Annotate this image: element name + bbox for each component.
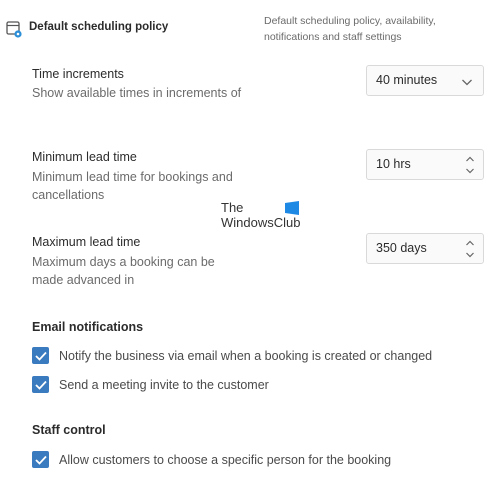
maximum-lead-time-description: Maximum days a booking can be made advan… (32, 255, 215, 287)
minimum-lead-time-stepper[interactable]: 10 hrs (366, 149, 484, 180)
email-notifications-heading: Email notifications (32, 320, 144, 334)
time-increments-description: Show available times in increments of (32, 86, 242, 100)
spinner-arrows-icon[interactable] (465, 154, 475, 176)
maximum-lead-time-label: Maximum lead time (32, 235, 141, 249)
maximum-lead-time-value: 350 days (376, 241, 427, 255)
page-description: Default scheduling policy, availability,… (264, 15, 436, 43)
windows-logo-icon (285, 201, 299, 215)
allow-choose-staff-label: Allow customers to choose a specific per… (59, 453, 392, 467)
time-increments-label: Time increments (32, 67, 124, 81)
watermark-line-2: WindowsClub (221, 215, 301, 230)
time-increments-value: 40 minutes (376, 73, 438, 87)
maximum-lead-time-stepper[interactable]: 350 days (366, 233, 484, 264)
notify-business-checkbox[interactable] (32, 347, 49, 364)
send-meeting-invite-checkbox[interactable] (32, 376, 49, 393)
spinner-arrows-icon[interactable] (465, 238, 475, 260)
checkmark-icon (34, 380, 47, 390)
time-increments-dropdown[interactable]: 40 minutes (366, 65, 484, 96)
chevron-down-icon (461, 75, 473, 87)
minimum-lead-time-label: Minimum lead time (32, 150, 137, 164)
checkmark-icon (34, 455, 47, 465)
minimum-lead-time-description: Minimum lead time for bookings and cance… (32, 170, 233, 202)
staff-control-heading: Staff control (32, 423, 106, 437)
page-title: Default scheduling policy (29, 21, 169, 33)
allow-choose-staff-checkbox[interactable] (32, 451, 49, 468)
minimum-lead-time-value: 10 hrs (376, 157, 411, 171)
notify-business-label: Notify the business via email when a boo… (59, 349, 433, 363)
checkmark-icon (34, 351, 47, 361)
send-meeting-invite-label: Send a meeting invite to the customer (59, 378, 269, 392)
calendar-settings-icon (6, 20, 22, 38)
